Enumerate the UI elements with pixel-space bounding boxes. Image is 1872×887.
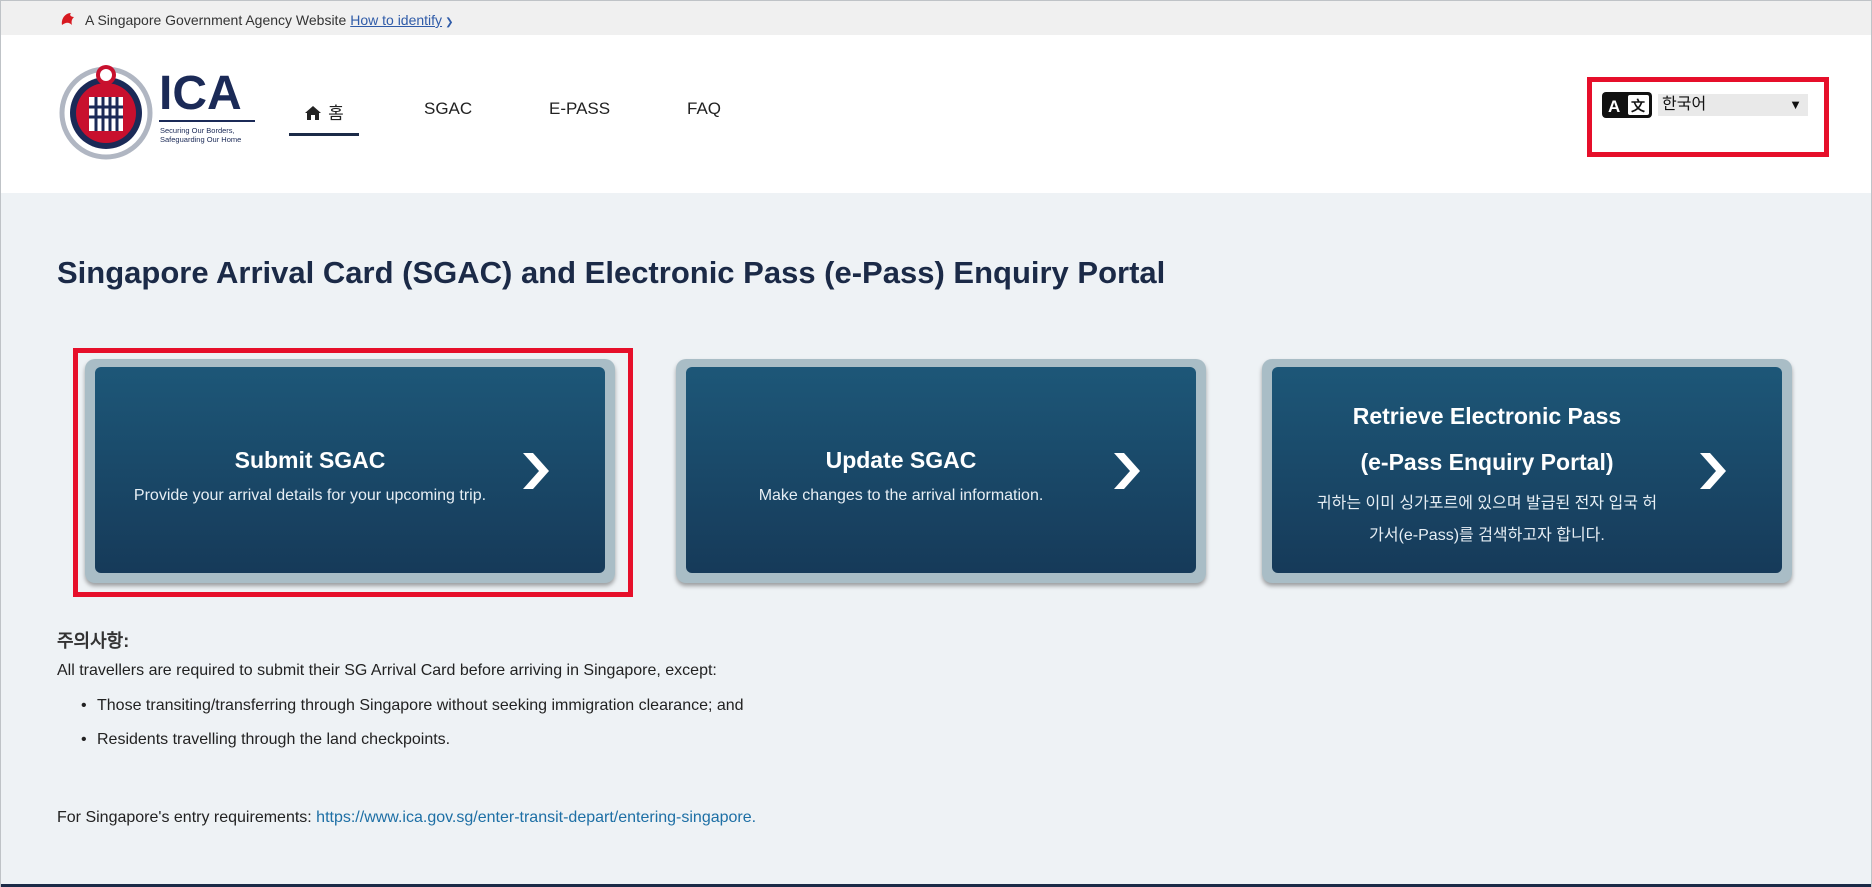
- chevron-right-icon: [1700, 453, 1726, 489]
- svg-text:A: A: [1608, 97, 1620, 116]
- update-sgac-desc: Make changes to the arrival information.: [758, 487, 1044, 504]
- retrieve-epass-desc-2: 가서(e-Pass)를 검색하고자 합니다.: [1369, 527, 1605, 544]
- language-selected: 한국어: [1662, 96, 1707, 113]
- submit-sgac-desc: Provide your arrival details for your up…: [133, 487, 487, 504]
- list-item: Residents travelling through the land ch…: [81, 731, 744, 749]
- how-to-identify-link[interactable]: How to identify: [350, 12, 442, 28]
- masthead-text: A Singapore Government Agency Website: [85, 12, 347, 28]
- nav-item-faq[interactable]: FAQ: [687, 99, 721, 128]
- update-sgac-title: Update SGAC: [825, 447, 977, 473]
- notes-bullet-list: Those transiting/transferring through Si…: [81, 697, 744, 765]
- logo-tagline-1: Securing Our Borders,: [160, 126, 235, 135]
- singapore-lion-icon: [61, 13, 74, 25]
- site-header: ICA Securing Our Borders, Safeguarding O…: [1, 35, 1871, 193]
- chevron-right-icon: [523, 453, 549, 489]
- list-item: Those transiting/transferring through Si…: [81, 697, 744, 715]
- logo-brand: ICA: [159, 67, 242, 120]
- entry-requirements-link[interactable]: https://www.ica.gov.sg/enter-transit-dep…: [316, 809, 756, 826]
- submit-sgac-card[interactable]: Submit SGAC Provide your arrival details…: [85, 359, 615, 583]
- notes-text: All travellers are required to submit th…: [57, 662, 717, 679]
- home-icon: [305, 106, 322, 120]
- submit-sgac-card-body[interactable]: Submit SGAC Provide your arrival details…: [95, 367, 605, 573]
- entry-prefix: For Singapore's entry requirements:: [57, 809, 317, 826]
- logo-tagline-2: Safeguarding Our Home: [160, 135, 241, 144]
- ica-logo[interactable]: ICA Securing Our Borders, Safeguarding O…: [59, 61, 259, 165]
- translate-icon: A 文: [1602, 92, 1652, 118]
- update-sgac-card[interactable]: Update SGAC Make changes to the arrival …: [676, 359, 1206, 583]
- nav-item-home[interactable]: 홈: [289, 99, 359, 136]
- nav-label-home: 홈: [328, 104, 344, 123]
- retrieve-epass-card-body[interactable]: Retrieve Electronic Pass (e-Pass Enquiry…: [1272, 367, 1782, 573]
- chevron-right-icon: [1114, 453, 1140, 489]
- language-select[interactable]: 한국어 ▼: [1658, 94, 1808, 116]
- retrieve-epass-card[interactable]: Retrieve Electronic Pass (e-Pass Enquiry…: [1262, 359, 1792, 583]
- retrieve-epass-title-2: (e-Pass Enquiry Portal): [1360, 449, 1614, 475]
- language-selector-highlight: A 文 한국어 ▼: [1587, 77, 1829, 157]
- gov-masthead: A Singapore Government Agency Website How…: [1, 1, 1871, 35]
- masthead-text-group: A Singapore Government Agency Website How…: [85, 12, 453, 28]
- nav-item-sgac[interactable]: SGAC: [424, 99, 472, 128]
- submit-sgac-title: Submit SGAC: [234, 447, 386, 473]
- retrieve-epass-title-1: Retrieve Electronic Pass: [1352, 403, 1622, 429]
- update-sgac-card-body[interactable]: Update SGAC Make changes to the arrival …: [686, 367, 1196, 573]
- chevron-down-icon: ▼: [1789, 97, 1802, 112]
- page-title: Singapore Arrival Card (SGAC) and Electr…: [57, 255, 1166, 290]
- svg-text:文: 文: [1631, 98, 1646, 115]
- entry-requirements: For Singapore's entry requirements: http…: [57, 809, 756, 827]
- page-frame: A Singapore Government Agency Website How…: [0, 0, 1872, 887]
- chevron-down-icon[interactable]: ❯: [445, 17, 453, 28]
- retrieve-epass-desc-1: 귀하는 이미 싱가포르에 있으며 발급된 전자 입국 허: [1316, 495, 1658, 512]
- notes-title: 주의사항:: [57, 631, 130, 651]
- nav-item-epass[interactable]: E-PASS: [549, 99, 610, 128]
